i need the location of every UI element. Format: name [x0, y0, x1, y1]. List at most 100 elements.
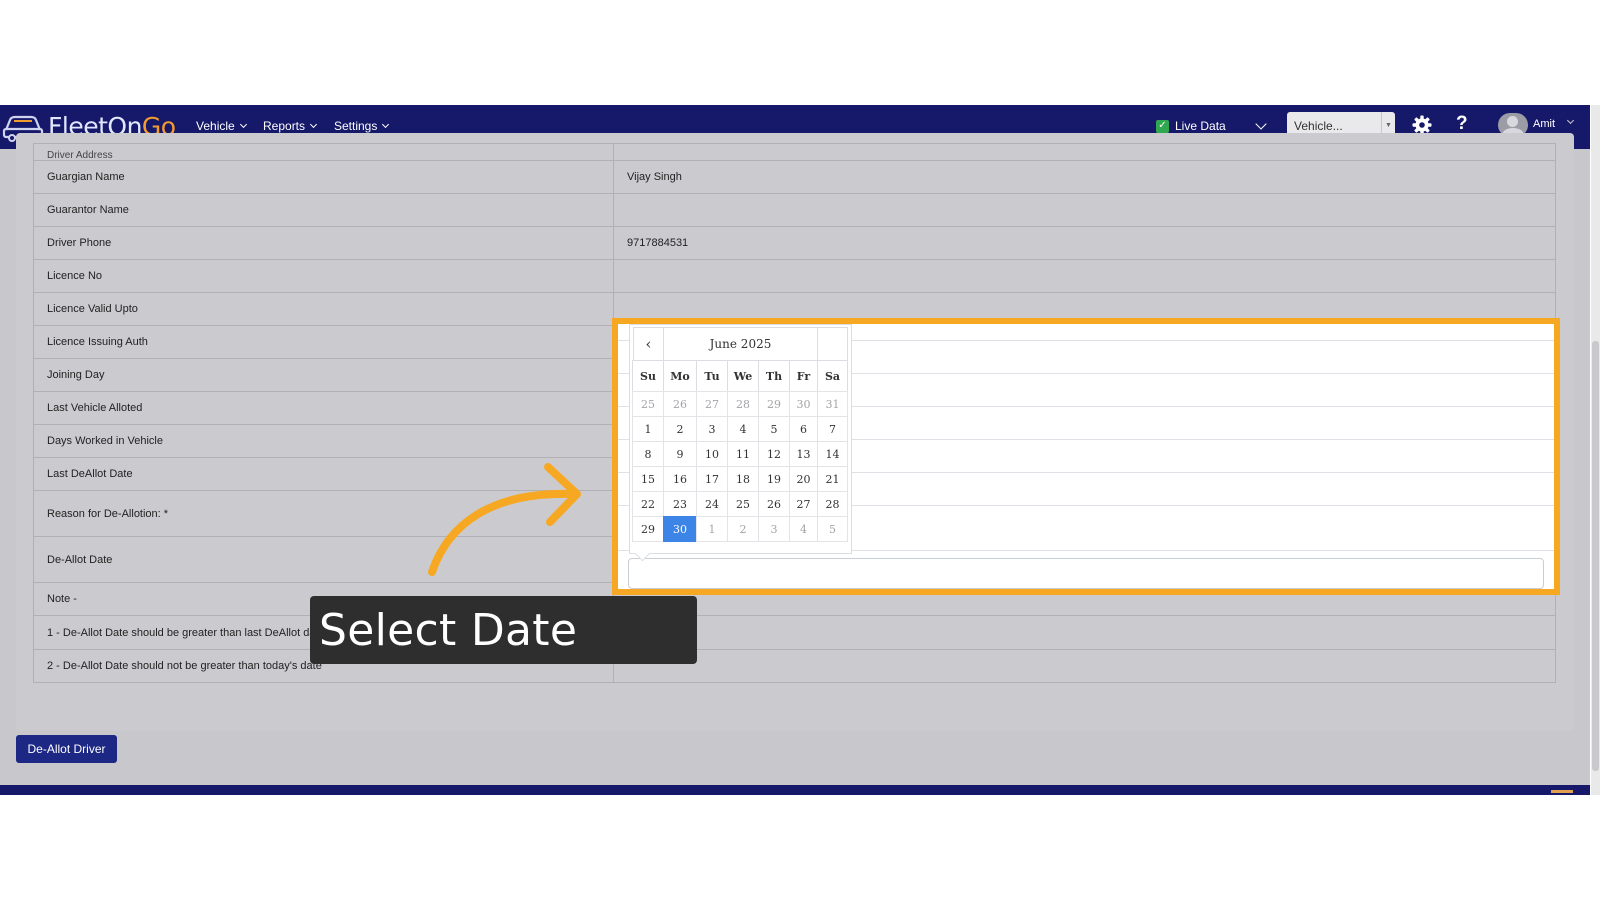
scrollbar-thumb[interactable] [1592, 341, 1599, 771]
select-date-tooltip: Select Date [310, 596, 697, 664]
table-row: Guarantor Name [33, 193, 1556, 227]
calendar-day[interactable]: 22 [632, 491, 664, 517]
calendar-day[interactable]: 26 [758, 491, 790, 517]
calendar-day[interactable]: 9 [663, 441, 697, 467]
nav-menu-label: Reports [263, 119, 306, 133]
row-label: Guargian Name [33, 160, 614, 194]
row-label: Licence Valid Upto [33, 292, 614, 326]
calendar-day[interactable]: 2 [727, 516, 759, 542]
row-value [613, 193, 1556, 227]
footer-accent [1551, 790, 1573, 793]
calendar-day[interactable]: 27 [789, 491, 818, 517]
calendar-day[interactable]: 16 [663, 466, 697, 492]
table-row: Guargian Name Vijay Singh [33, 160, 1556, 194]
chevron-down-icon [239, 120, 247, 129]
table-row: Licence No [33, 259, 1556, 293]
calendar-day[interactable]: 25 [727, 491, 759, 517]
calendar-day[interactable]: 8 [632, 441, 664, 467]
calendar-day[interactable]: 11 [727, 441, 759, 467]
calendar-day[interactable]: 18 [727, 466, 759, 492]
calendar-day-selected[interactable]: 30 [663, 516, 697, 542]
calendar-day[interactable]: 28 [817, 491, 848, 517]
prev-month-button[interactable]: ‹ [633, 327, 664, 360]
row-value [613, 615, 1556, 650]
weekday-header: Su [632, 360, 664, 392]
nav-menu-label: Vehicle [196, 119, 235, 133]
row-value [613, 259, 1556, 293]
row-label: Driver Address [33, 143, 614, 161]
weekday-header: Fr [789, 360, 818, 392]
calendar-day[interactable]: 30 [789, 391, 818, 417]
chevron-down-icon[interactable] [1566, 116, 1575, 125]
row-label: Joining Day [33, 358, 614, 392]
calendar-day[interactable]: 25 [632, 391, 664, 417]
row-value [613, 649, 1556, 683]
row-label: Guarantor Name [33, 193, 614, 227]
calendar-day[interactable]: 15 [632, 466, 664, 492]
calendar-header: ‹ June 2025 [633, 327, 848, 361]
table-row: Driver Address [33, 143, 1556, 161]
weekday-header: Th [758, 360, 790, 392]
calendar-day[interactable]: 23 [663, 491, 697, 517]
calendar-grid: Su Mo Tu We Th Fr Sa 25 26 27 28 29 30 31 1 2 3 4 5 6 7 8 9 10 1… [632, 360, 848, 542]
weekday-header: Sa [817, 360, 848, 392]
calendar-day[interactable]: 5 [817, 516, 848, 542]
calendar-day[interactable]: 29 [758, 391, 790, 417]
calendar-day[interactable]: 13 [789, 441, 818, 467]
row-label: Licence No [33, 259, 614, 293]
row-value: Vijay Singh [613, 160, 1556, 194]
table-row: 1 - De-Allot Date should be greater than… [33, 615, 1556, 650]
date-picker-calendar: ‹ June 2025 Su Mo Tu We Th Fr Sa 25 26 27 28 29 30 31… [629, 324, 852, 554]
row-label: Driver Phone [33, 226, 614, 260]
de-allot-driver-button[interactable]: De-Allot Driver [16, 735, 117, 763]
nav-menu-reports[interactable]: Reports [263, 119, 318, 133]
calendar-month-title[interactable]: June 2025 [664, 327, 817, 360]
weekday-header: Tu [696, 360, 728, 392]
calendar-day[interactable]: 29 [632, 516, 664, 542]
row-label: Licence Issuing Auth [33, 325, 614, 359]
calendar-day[interactable]: 31 [817, 391, 848, 417]
calendar-day[interactable]: 3 [696, 416, 728, 442]
live-data-toggle[interactable]: ✓ Live Data [1156, 119, 1226, 133]
calendar-day[interactable]: 26 [663, 391, 697, 417]
user-name[interactable]: Amit [1533, 118, 1555, 130]
calendar-day[interactable]: 20 [789, 466, 818, 492]
row-value [613, 143, 1556, 161]
vehicle-select-value: Vehicle... [1294, 118, 1343, 133]
table-row: 2 - De-Allot Date should not be greater … [33, 649, 1556, 683]
calendar-day[interactable]: 4 [789, 516, 818, 542]
chevron-down-icon[interactable] [1255, 118, 1267, 130]
nav-menu-vehicle[interactable]: Vehicle [196, 119, 247, 133]
calendar-day[interactable]: 14 [817, 441, 848, 467]
calendar-day[interactable]: 1 [696, 516, 728, 542]
calendar-day[interactable]: 24 [696, 491, 728, 517]
calendar-day[interactable]: 28 [727, 391, 759, 417]
next-month-button[interactable] [817, 327, 848, 360]
calendar-day[interactable]: 4 [727, 416, 759, 442]
row-label: Last Vehicle Alloted [33, 391, 614, 425]
help-icon[interactable]: ? [1456, 113, 1468, 135]
calendar-day[interactable]: 6 [789, 416, 818, 442]
calendar-day[interactable]: 3 [758, 516, 790, 542]
calendar-day[interactable]: 10 [696, 441, 728, 467]
calendar-day[interactable]: 27 [696, 391, 728, 417]
page-scrollbar[interactable] [1591, 105, 1600, 795]
calendar-day[interactable]: 2 [663, 416, 697, 442]
calendar-day[interactable]: 21 [817, 466, 848, 492]
nav-menu-settings[interactable]: Settings [334, 119, 390, 133]
calendar-day[interactable]: 1 [632, 416, 664, 442]
check-icon[interactable]: ✓ [1156, 119, 1169, 133]
weekday-header: Mo [663, 360, 697, 392]
calendar-day[interactable]: 7 [817, 416, 848, 442]
nav-menu-label: Settings [334, 119, 378, 133]
weekday-header: We [727, 360, 759, 392]
de-allot-date-input[interactable] [628, 558, 1544, 589]
calendar-day[interactable]: 5 [758, 416, 790, 442]
calendar-day[interactable]: 19 [758, 466, 790, 492]
footer-bar [0, 785, 1590, 795]
live-data-label: Live Data [1175, 119, 1226, 133]
chevron-down-icon [309, 120, 318, 129]
calendar-day[interactable]: 17 [696, 466, 728, 492]
chevron-down-icon [382, 120, 390, 129]
calendar-day[interactable]: 12 [758, 441, 790, 467]
